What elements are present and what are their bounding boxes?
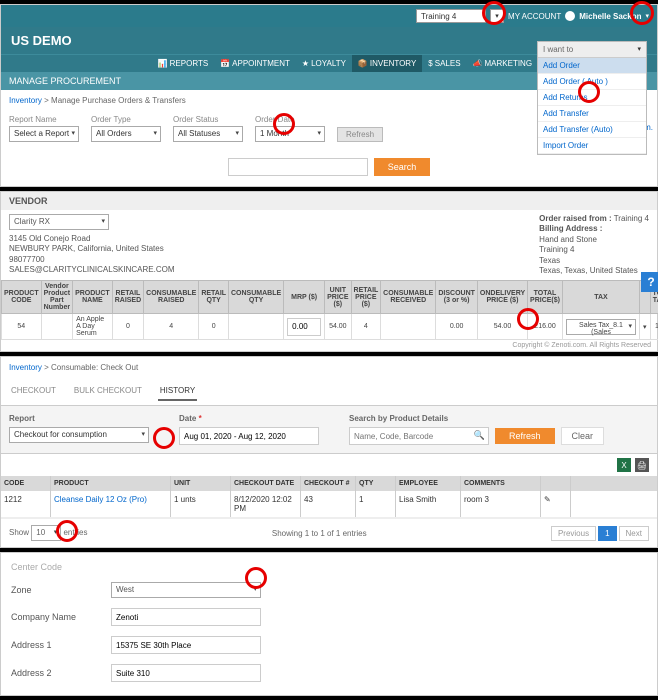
order-type-label: Order Type — [91, 115, 161, 124]
order-type-select[interactable]: All Orders — [91, 126, 161, 142]
vendor-select[interactable]: Clarity RX — [9, 214, 109, 230]
tab-bulk-checkout[interactable]: BULK CHECKOUT — [72, 382, 144, 401]
refresh-button[interactable]: Refresh — [337, 127, 383, 142]
address2-input[interactable] — [111, 664, 261, 682]
report-name-select[interactable]: Select a Report — [9, 126, 79, 142]
i-want-to-dropdown: I want to▾ Add Order Add Order ( Auto ) … — [537, 41, 647, 155]
grid-row: 1212Cleanse Daily 12 Oz (Pro)1 unts8/12/… — [1, 491, 657, 518]
vendor-address: 3145 Old Conejo RoadNEWBURY PARK, Califo… — [9, 234, 175, 276]
iwant-add-transfer[interactable]: Add Transfer — [538, 106, 646, 122]
next-button[interactable]: Next — [619, 526, 649, 541]
company-label: Company Name — [11, 612, 91, 622]
user-name[interactable]: Michelle Sackon — [579, 12, 641, 21]
header-top: ▾ MY ACCOUNT Michelle Sackon ▾ — [1, 5, 657, 27]
search-icon: 🔍 — [474, 430, 485, 441]
order-date-select[interactable]: 1 Month — [255, 126, 325, 142]
report-name-label: Report Name — [9, 115, 79, 124]
address1-input[interactable] — [111, 636, 261, 654]
nav-appointment[interactable]: 📅 APPOINTMENT — [214, 55, 296, 72]
nav-loyalty[interactable]: ★ LOYALTY — [296, 55, 352, 72]
caret-down-icon: ▾ — [495, 12, 499, 20]
zone-label: Zone — [11, 585, 91, 595]
date-input[interactable] — [179, 427, 319, 445]
table-row: 54An Apple A Day Serum04054.0040.0054.00… — [2, 314, 658, 340]
order-status-label: Order Status — [173, 115, 243, 124]
user-avatar-icon — [565, 11, 575, 21]
search-button[interactable]: Search — [374, 158, 431, 176]
refresh-button[interactable]: Refresh — [495, 428, 555, 444]
report-select[interactable]: Checkout for consumption — [9, 427, 149, 443]
product-link[interactable]: Cleanse Daily 12 Oz (Pro) — [54, 495, 147, 504]
tab-row: CHECKOUT BULK CHECKOUT HISTORY — [1, 378, 657, 406]
search-input[interactable] — [228, 158, 368, 176]
product-search-input[interactable] — [349, 427, 489, 445]
address1-label: Address 1 — [11, 640, 91, 650]
tab-history[interactable]: HISTORY — [158, 382, 197, 401]
nav-sales[interactable]: $ SALES — [422, 55, 466, 72]
bc-inventory-link[interactable]: Inventory — [9, 96, 42, 105]
nav-inventory[interactable]: 📦 INVENTORY — [352, 55, 422, 72]
iwant-title: I want to — [543, 45, 573, 54]
edit-icon[interactable]: ✎ — [541, 491, 571, 517]
vendor-panel: VENDOR Clarity RX 3145 Old Conejo RoadNE… — [0, 191, 658, 352]
entries-label: entries — [63, 528, 87, 537]
mrp-input[interactable] — [287, 318, 321, 336]
address2-label: Address 2 — [11, 668, 91, 678]
show-label: Show — [9, 528, 29, 537]
grid-header: CODEPRODUCTUNITCHECKOUT DATECHECKOUT #QT… — [1, 476, 657, 491]
excel-export-icon[interactable]: X — [617, 458, 631, 472]
showing-text: Showing 1 to 1 of 1 entries — [272, 529, 367, 538]
bc-inventory-link[interactable]: Inventory — [9, 363, 42, 372]
table-header-row: PRODUCT CODEVendor Product Part NumberPR… — [2, 281, 658, 314]
page-1-button[interactable]: 1 — [598, 526, 616, 541]
help-button[interactable]: ? — [641, 272, 658, 292]
iwant-caret-icon[interactable]: ▾ — [637, 45, 641, 54]
address-form-panel: Center Code Zone West Company Name Addres… — [0, 552, 658, 696]
nav-marketing[interactable]: 📣 MARKETING — [467, 55, 539, 72]
prev-button[interactable]: Previous — [551, 526, 596, 541]
print-icon[interactable]: 🖨 — [635, 458, 649, 472]
center-code-label: Center Code — [11, 562, 91, 572]
iwant-add-returns[interactable]: Add Returns — [538, 90, 646, 106]
checkout-history-panel: Inventory > Consumable: Check Out CHECKO… — [0, 356, 658, 548]
entries-select[interactable]: 10 — [31, 525, 61, 541]
search-label: Search by Product Details — [349, 414, 604, 423]
order-status-select[interactable]: All Statuses — [173, 126, 243, 142]
nav-reports[interactable]: 📊 REPORTS — [152, 55, 215, 72]
billing-address: Order raised from : Training 4 Billing A… — [539, 214, 649, 276]
breadcrumb: Inventory > Consumable: Check Out — [1, 357, 657, 378]
my-account-link[interactable]: MY ACCOUNT — [508, 12, 561, 21]
company-input[interactable] — [111, 608, 261, 626]
clear-button[interactable]: Clear — [561, 427, 605, 445]
iwant-add-order-auto[interactable]: Add Order ( Auto ) — [538, 74, 646, 90]
tax-select[interactable]: Sales Tax_8.1 (Sales — [566, 319, 636, 335]
date-label: Date — [179, 414, 196, 423]
training-dropdown-button[interactable]: ▾ — [490, 9, 504, 23]
order-date-label: Order Date — [255, 115, 325, 124]
procurement-panel: ▾ MY ACCOUNT Michelle Sackon ▾ US DEMO 📊… — [0, 4, 658, 187]
user-dropdown-icon[interactable]: ▾ — [645, 12, 649, 20]
training-select[interactable] — [416, 9, 486, 23]
iwant-import-order[interactable]: Import Order — [538, 138, 646, 154]
tab-checkout[interactable]: CHECKOUT — [9, 382, 58, 401]
order-table: PRODUCT CODEVendor Product Part NumberPR… — [1, 280, 658, 340]
report-label: Report — [9, 414, 149, 423]
zone-select[interactable]: West — [111, 582, 261, 598]
copyright: Copyright © Zenoti.com. All Rights Reser… — [1, 340, 657, 351]
iwant-add-transfer-auto[interactable]: Add Transfer (Auto) — [538, 122, 646, 138]
iwant-add-order[interactable]: Add Order — [538, 58, 646, 74]
vendor-header: VENDOR — [1, 192, 657, 210]
